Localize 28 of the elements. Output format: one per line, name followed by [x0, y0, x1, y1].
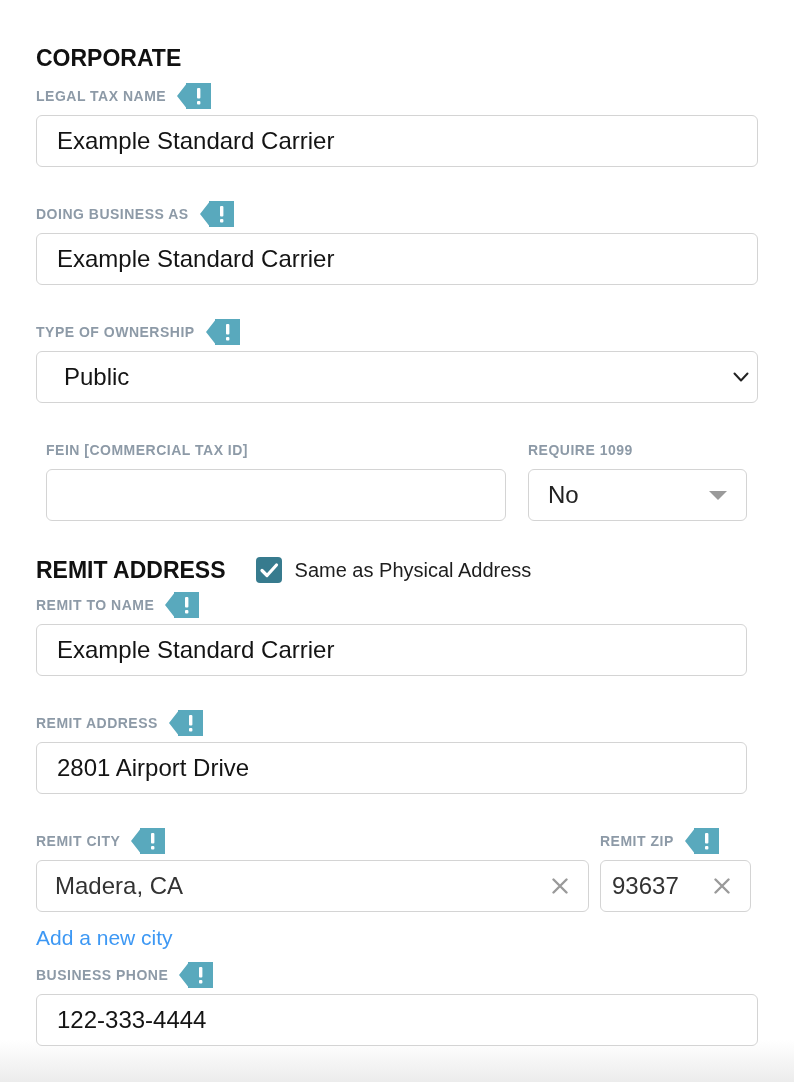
caret-down-icon — [709, 490, 727, 500]
field-label: REMIT ZIP — [600, 833, 674, 849]
field-label: FEIN [COMMERCIAL TAX ID] — [46, 442, 249, 458]
field-label: REQUIRE 1099 — [528, 442, 633, 458]
text-input[interactable]: Example Standard Carrier — [36, 233, 758, 285]
text-input[interactable]: 2801 Airport Drive — [36, 742, 747, 794]
text-input[interactable] — [46, 469, 506, 521]
clearable-input[interactable]: Madera, CA — [36, 860, 589, 912]
field-label: DOING BUSINESS AS — [36, 206, 189, 222]
section-heading: CORPORATE — [36, 44, 182, 72]
clear-icon[interactable] — [552, 878, 568, 894]
clear-icon[interactable] — [714, 878, 730, 894]
section-heading: REMIT ADDRESS — [36, 556, 226, 584]
text-input[interactable]: 122-333-4444 — [36, 994, 758, 1046]
clearable-input[interactable]: 93637 — [600, 860, 751, 912]
chevron-down-icon — [733, 372, 749, 382]
field-label: REMIT CITY — [36, 833, 121, 849]
checkbox-label: Same as Physical Address — [294, 558, 532, 582]
text-input[interactable]: Example Standard Carrier — [36, 115, 758, 167]
field-label: LEGAL TAX NAME — [36, 88, 167, 104]
field-label: REMIT ADDRESS — [36, 715, 158, 731]
field-label: BUSINESS PHONE — [36, 967, 169, 983]
field-label: REMIT TO NAME — [36, 597, 155, 613]
select-dropdown[interactable]: No — [528, 469, 747, 521]
checkbox[interactable] — [255, 557, 282, 583]
select-dropdown[interactable]: Public — [36, 351, 758, 403]
field-label: TYPE OF OWNERSHIP — [36, 324, 195, 340]
text-input[interactable]: Example Standard Carrier — [36, 624, 747, 676]
